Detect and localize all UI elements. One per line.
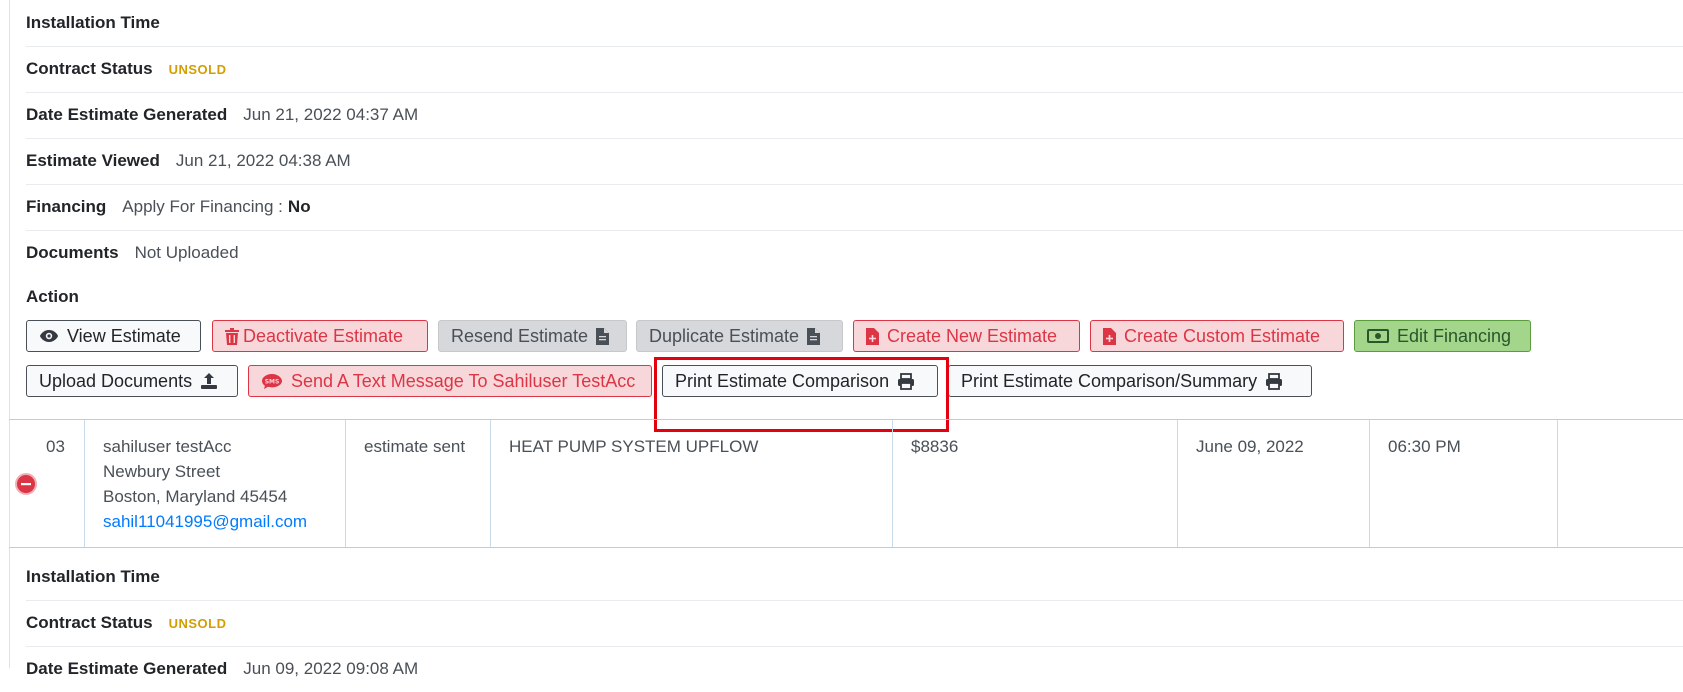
- send-text-message-label: Send A Text Message To Sahiluser TestAcc: [291, 370, 636, 391]
- documents-label: Documents: [26, 243, 119, 262]
- row-number: 03: [46, 437, 65, 456]
- resend-estimate-label: Resend Estimate: [451, 325, 589, 346]
- left-border: [9, 0, 10, 668]
- eye-icon: [40, 330, 58, 342]
- financing-value: No: [287, 197, 311, 216]
- customer-email-link[interactable]: sahil11041995@gmail.com: [103, 509, 307, 534]
- date-generated-value: Jun 09, 2022 09:08 AM: [243, 659, 419, 678]
- money-icon: [1367, 329, 1389, 343]
- column-divider: [892, 420, 893, 547]
- documents-value: Not Uploaded: [134, 243, 239, 262]
- column-divider: [490, 420, 491, 547]
- view-estimate-label: View Estimate: [67, 325, 181, 346]
- deactivate-estimate-button[interactable]: Deactivate Estimate: [212, 320, 428, 352]
- contract-status-label: Contract Status: [26, 613, 153, 632]
- status-badge: UNSOLD: [168, 615, 227, 631]
- estimate-date: June 09, 2022: [1196, 437, 1304, 456]
- print-estimate-comparison-button[interactable]: Print Estimate Comparison: [662, 365, 938, 397]
- contract-status-row-2: Contract Status UNSOLD: [26, 600, 1683, 647]
- row-top-border: [9, 419, 1683, 420]
- create-new-estimate-label: Create New Estimate: [887, 325, 1058, 346]
- view-estimate-button[interactable]: View Estimate: [26, 320, 201, 352]
- upload-documents-label: Upload Documents: [39, 370, 193, 391]
- date-generated-label: Date Estimate Generated: [26, 105, 228, 124]
- financing-row: Financing Apply For Financing : No: [26, 184, 1683, 231]
- estimate-time: 06:30 PM: [1388, 437, 1461, 456]
- estimate-viewed-value: Jun 21, 2022 04:38 AM: [175, 151, 351, 170]
- document-icon: [596, 327, 610, 345]
- contract-status-label: Contract Status: [26, 59, 153, 78]
- estimate-viewed-row: Estimate Viewed Jun 21, 2022 04:38 AM: [26, 138, 1683, 185]
- remove-row-icon[interactable]: [15, 473, 37, 495]
- installation-time-label: Installation Time: [26, 13, 160, 32]
- send-text-message-button[interactable]: SMS Send A Text Message To Sahiluser Tes…: [248, 365, 652, 397]
- print-estimate-comparison-summary-button[interactable]: Print Estimate Comparison/Summary: [948, 365, 1312, 397]
- installation-time-row: Installation Time: [26, 0, 1683, 47]
- create-custom-estimate-button[interactable]: Create Custom Estimate: [1090, 320, 1344, 352]
- row-bottom-border: [9, 547, 1683, 548]
- create-custom-estimate-label: Create Custom Estimate: [1124, 325, 1321, 346]
- file-plus-icon: [866, 327, 879, 345]
- status-badge: UNSOLD: [168, 61, 227, 77]
- printer-icon: [898, 372, 915, 390]
- deactivate-estimate-label: Deactivate Estimate: [243, 325, 404, 346]
- duplicate-estimate-label: Duplicate Estimate: [649, 325, 800, 346]
- upload-documents-button[interactable]: Upload Documents: [26, 365, 238, 397]
- date-generated-row: Date Estimate Generated Jun 21, 2022 04:…: [26, 92, 1683, 139]
- customer-info: sahiluser testAcc Newbury Street Boston,…: [103, 434, 307, 534]
- sms-icon: SMS: [262, 373, 282, 389]
- customer-street: Newbury Street: [103, 462, 221, 481]
- customer-name: sahiluser testAcc: [103, 437, 232, 456]
- installation-time-row-2: Installation Time: [26, 554, 1683, 601]
- financing-label: Financing: [26, 197, 107, 216]
- installation-time-label: Installation Time: [26, 567, 160, 586]
- svg-text:SMS: SMS: [265, 378, 280, 385]
- document-icon: [807, 327, 821, 345]
- system-name: HEAT PUMP SYSTEM UPFLOW: [509, 437, 759, 456]
- date-generated-value: Jun 21, 2022 04:37 AM: [243, 105, 419, 124]
- print-estimate-comparison-label: Print Estimate Comparison: [675, 370, 890, 391]
- date-generated-row-2: Date Estimate Generated Jun 09, 2022 09:…: [26, 646, 1683, 692]
- column-divider: [1177, 420, 1178, 547]
- column-divider: [345, 420, 346, 547]
- printer-icon: [1266, 372, 1283, 390]
- file-plus-icon: [1103, 327, 1116, 345]
- edit-financing-label: Edit Financing: [1397, 325, 1512, 346]
- trash-icon: [225, 327, 239, 345]
- action-label: Action: [26, 287, 79, 306]
- column-divider: [1369, 420, 1370, 547]
- estimate-viewed-label: Estimate Viewed: [26, 151, 160, 170]
- print-estimate-comparison-summary-label: Print Estimate Comparison/Summary: [961, 370, 1258, 391]
- contract-status-row: Contract Status UNSOLD: [26, 46, 1683, 93]
- column-divider: [84, 420, 85, 547]
- duplicate-estimate-button[interactable]: Duplicate Estimate: [636, 320, 843, 352]
- create-new-estimate-button[interactable]: Create New Estimate: [853, 320, 1080, 352]
- edit-financing-button[interactable]: Edit Financing: [1354, 320, 1531, 352]
- documents-row: Documents Not Uploaded: [26, 230, 1683, 276]
- customer-city: Boston, Maryland 45454: [103, 487, 288, 506]
- resend-estimate-button[interactable]: Resend Estimate: [438, 320, 627, 352]
- financing-text: Apply For Financing :: [122, 197, 283, 216]
- estimate-status: estimate sent: [364, 437, 466, 456]
- column-divider: [1557, 420, 1558, 547]
- estimate-price: $8836: [911, 437, 959, 456]
- upload-icon: [201, 373, 218, 389]
- date-generated-label: Date Estimate Generated: [26, 659, 228, 678]
